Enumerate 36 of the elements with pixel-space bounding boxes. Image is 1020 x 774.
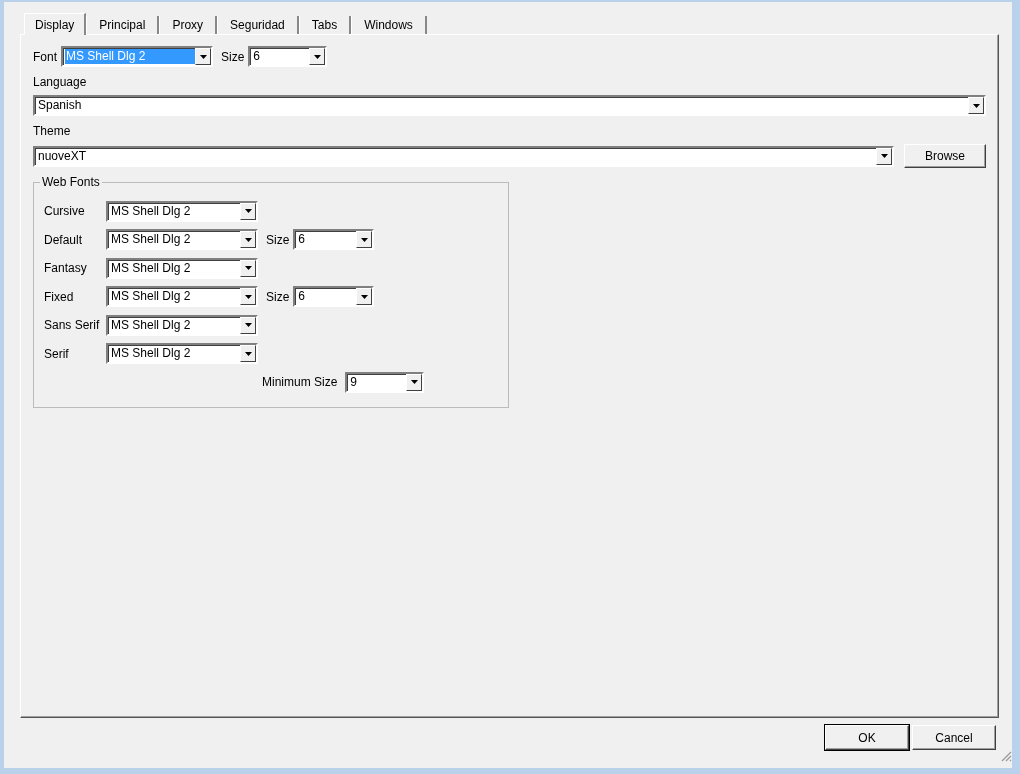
tab[interactable]: Tabs [298, 16, 352, 34]
tab[interactable]: Seguridad [217, 16, 299, 34]
size-dropdown[interactable]: 6 [293, 286, 375, 308]
tab[interactable]: Principal [86, 16, 160, 34]
font-dropdown[interactable]: MS Shell Dlg 2 [106, 343, 258, 365]
field-label: Font [33, 49, 57, 64]
field-label: Sans Serif [44, 318, 101, 333]
size-dropdown[interactable]: 6 [248, 46, 328, 67]
font-dropdown[interactable]: MS Shell Dlg 2 [106, 229, 258, 251]
size-dropdown[interactable]: 6 [293, 229, 375, 251]
group-title: Web Fonts [40, 175, 102, 189]
tab[interactable]: Windows [351, 16, 427, 34]
dialog-button[interactable]: OK [825, 725, 909, 750]
theme-dropdown[interactable]: nuoveXT [33, 145, 895, 167]
field-label: Serif [44, 346, 70, 361]
dialog-button[interactable]: Cancel [912, 725, 996, 750]
font-dropdown[interactable]: MS Shell Dlg 2 [106, 257, 258, 279]
tab[interactable]: Proxy [159, 16, 218, 34]
field-label: Fixed [44, 289, 75, 304]
language-dropdown[interactable]: Spanish [33, 95, 986, 116]
field-label: Minimum Size [262, 375, 338, 390]
minimum-size-dropdown[interactable]: 9 [345, 371, 425, 393]
field-label: Size [266, 232, 290, 247]
tab[interactable]: Display [24, 13, 87, 35]
font-dropdown[interactable]: MS Shell Dlg 2 [106, 286, 258, 308]
field-label: Size [221, 49, 245, 64]
field-label: Theme [33, 124, 72, 138]
font-dropdown[interactable]: MS Shell Dlg 2 [106, 314, 258, 336]
field-label: Cursive [44, 204, 86, 219]
field-label: Fantasy [44, 261, 88, 276]
font-dropdown[interactable]: MS Shell Dlg 2 [106, 200, 258, 222]
field-label: Default [44, 232, 84, 247]
field-label: Size [266, 289, 290, 304]
browse-button[interactable]: Browse [904, 144, 986, 168]
resize-grip-icon[interactable] [1000, 750, 1012, 762]
field-label: Language [33, 75, 88, 89]
